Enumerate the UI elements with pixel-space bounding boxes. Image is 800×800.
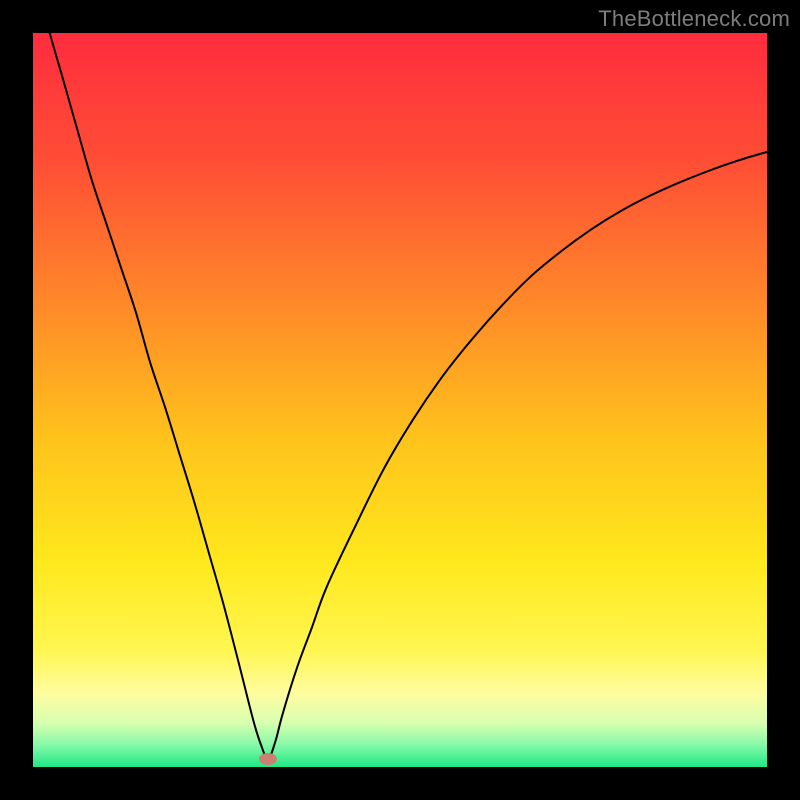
plot-svg <box>33 33 767 767</box>
gradient-background <box>33 33 767 767</box>
optimal-point-marker <box>259 753 277 765</box>
chart-container: TheBottleneck.com <box>0 0 800 800</box>
plot-area <box>33 33 767 767</box>
watermark-text: TheBottleneck.com <box>598 6 790 32</box>
